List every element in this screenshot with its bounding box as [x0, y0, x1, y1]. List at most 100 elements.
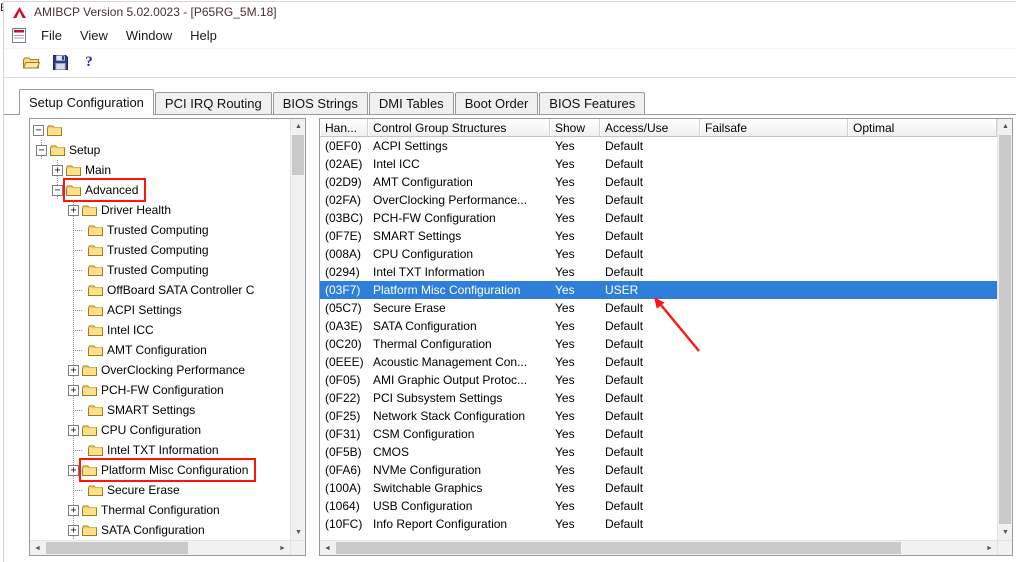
table-row[interactable]: (100A) Switchable Graphics Yes Default — [320, 479, 997, 497]
table-hscroll-track[interactable] — [335, 541, 982, 555]
table-row[interactable]: (03F7) Platform Misc Configuration Yes USER — [320, 281, 997, 299]
tree-item[interactable]: AMT Configuration — [30, 340, 290, 360]
tree-item[interactable]: OffBoard SATA Controller C — [30, 280, 290, 300]
tree-item[interactable]: + Main — [30, 160, 290, 180]
scroll-left-icon[interactable]: ◄ — [30, 541, 45, 555]
tab-setup-configuration[interactable]: Setup Configuration — [19, 89, 154, 115]
tree-item[interactable]: + Thermal Configuration — [30, 500, 290, 520]
tree-hscroll-thumb[interactable] — [46, 542, 188, 554]
tree-item[interactable]: ACPI Settings — [30, 300, 290, 320]
table-row[interactable]: (0F22) PCI Subsystem Settings Yes Default — [320, 389, 997, 407]
scroll-up-icon[interactable]: ▲ — [291, 119, 305, 134]
tab-pci-irq-routing[interactable]: PCI IRQ Routing — [154, 92, 272, 114]
tree-vscroll-track[interactable] — [291, 134, 305, 525]
menu-help[interactable]: Help — [181, 25, 226, 46]
tree-item[interactable]: Secure Erase — [30, 480, 290, 500]
tab-bios-strings[interactable]: BIOS Strings — [272, 92, 368, 114]
tree-item[interactable]: Trusted Computing — [30, 240, 290, 260]
tree-item[interactable]: + OverClocking Performance — [30, 360, 290, 380]
table-row[interactable]: (02D9) AMT Configuration Yes Default — [320, 173, 997, 191]
tree-item[interactable]: Trusted Computing — [30, 220, 290, 240]
column-header[interactable]: Access/Use — [600, 119, 700, 136]
tree-item[interactable]: − Advanced — [30, 178, 290, 202]
menu-bar: File View Window Help — [4, 22, 1016, 48]
tree-expander-icon[interactable]: − — [36, 144, 47, 156]
tree-item[interactable]: − — [30, 120, 290, 140]
table-row[interactable]: (10FC) Info Report Configuration Yes Defaul… — [320, 515, 997, 533]
tree-expander-icon[interactable]: + — [68, 384, 79, 396]
scroll-right-icon[interactable]: ► — [275, 541, 290, 555]
show-cell: Yes — [555, 157, 575, 171]
app-window: AMIBCP Version 5.02.0023 - [P65RG_5M.18]… — [3, 1, 1016, 562]
column-header[interactable]: Optimal — [848, 119, 997, 136]
table-row[interactable]: (1064) USB Configuration Yes Default — [320, 497, 997, 515]
tree-expander-icon[interactable]: + — [68, 464, 79, 476]
menu-view[interactable]: View — [71, 25, 117, 46]
tree-vertical-scrollbar[interactable]: ▲ ▼ — [290, 119, 305, 540]
tab-boot-order[interactable]: Boot Order — [454, 92, 539, 114]
tab-bios-features[interactable]: BIOS Features — [539, 92, 646, 114]
table-row[interactable]: (0294) Intel TXT Information Yes Default — [320, 263, 997, 281]
tree-horizontal-scrollbar[interactable]: ◄ ► — [30, 540, 290, 555]
table-row[interactable]: (05C7) Secure Erase Yes Default — [320, 299, 997, 317]
table-row[interactable]: (008A) CPU Configuration Yes Default — [320, 245, 997, 263]
table-row[interactable]: (0F25) Network Stack Configuration Yes Defa… — [320, 407, 997, 425]
scroll-left-icon[interactable]: ◄ — [320, 541, 335, 555]
tree-expander-icon[interactable]: − — [52, 184, 63, 196]
table-vscroll-track[interactable] — [998, 134, 1012, 525]
menu-file[interactable]: File — [32, 25, 71, 46]
tree-expander-icon[interactable]: + — [52, 164, 63, 176]
table-row[interactable]: (0F5B) CMOS Yes Default — [320, 443, 997, 461]
tree-item[interactable]: + PCH-FW Configuration — [30, 380, 290, 400]
tree-item-label: Trusted Computing — [107, 263, 209, 277]
tree-item[interactable]: + SATA Configuration — [30, 520, 290, 540]
tree-hscroll-track[interactable] — [45, 541, 275, 555]
menu-window[interactable]: Window — [117, 25, 181, 46]
tab-dmi-tables[interactable]: DMI Tables — [368, 92, 454, 114]
table-row[interactable]: (0EF0) ACPI Settings Yes Default — [320, 137, 997, 155]
tree-item[interactable]: SMART Settings — [30, 400, 290, 420]
column-header[interactable]: Control Group Structures — [368, 119, 550, 136]
table-row[interactable]: (0FA6) NVMe Configuration Yes Default — [320, 461, 997, 479]
tree-vscroll-thumb[interactable] — [292, 135, 304, 175]
column-header[interactable]: Failsafe — [700, 119, 848, 136]
scroll-up-icon[interactable]: ▲ — [998, 119, 1012, 134]
table-row[interactable]: (02AE) Intel ICC Yes Default — [320, 155, 997, 173]
help-button[interactable]: ? — [77, 52, 101, 74]
tree-item[interactable]: + Driver Health — [30, 200, 290, 220]
tree-item[interactable]: Trusted Computing — [30, 260, 290, 280]
tree-expander-icon[interactable]: + — [68, 424, 79, 436]
column-header[interactable]: Show — [550, 119, 600, 136]
tree-item[interactable]: Intel TXT Information — [30, 440, 290, 460]
tree-expander-icon[interactable]: + — [68, 204, 79, 216]
folder-icon — [88, 304, 103, 316]
table-row[interactable]: (0A3E) SATA Configuration Yes Default — [320, 317, 997, 335]
tree-item[interactable]: Intel ICC — [30, 320, 290, 340]
save-button[interactable] — [48, 52, 72, 74]
tree-expander-icon[interactable]: + — [68, 504, 79, 516]
tree-expander-icon[interactable]: − — [33, 124, 44, 136]
tree-item[interactable]: + Platform Misc Configuration — [30, 458, 290, 482]
tree-item[interactable]: − Setup — [30, 140, 290, 160]
tree-expander-icon[interactable]: + — [68, 364, 79, 376]
table-row[interactable]: (0EEE) Acoustic Management Con... Yes Defau… — [320, 353, 997, 371]
table-row[interactable]: (0F05) AMI Graphic Output Protoc... Yes Def… — [320, 371, 997, 389]
scroll-down-icon[interactable]: ▼ — [291, 525, 305, 540]
table-row[interactable]: (0C20) Thermal Configuration Yes Default — [320, 335, 997, 353]
table-row[interactable]: (03BC) PCH-FW Configuration Yes Default — [320, 209, 997, 227]
scroll-down-icon[interactable]: ▼ — [998, 525, 1012, 540]
tree-expander-icon[interactable]: + — [68, 524, 79, 536]
table-vertical-scrollbar[interactable]: ▲ ▼ — [997, 119, 1012, 540]
table-horizontal-scrollbar[interactable]: ◄ ► — [320, 540, 997, 555]
table-hscroll-thumb[interactable] — [336, 542, 901, 554]
tree-item[interactable]: + CPU Configuration — [30, 420, 290, 440]
column-header[interactable]: Han... — [320, 119, 368, 136]
table-row[interactable]: (02FA) OverClocking Performance... Yes Defa… — [320, 191, 997, 209]
open-button[interactable] — [19, 52, 43, 74]
scroll-right-icon[interactable]: ► — [982, 541, 997, 555]
table-row[interactable]: (0F31) CSM Configuration Yes Default — [320, 425, 997, 443]
folder-icon — [88, 264, 103, 276]
table-vscroll-thumb[interactable] — [999, 135, 1011, 524]
table-row[interactable]: (0F7E) SMART Settings Yes Default — [320, 227, 997, 245]
